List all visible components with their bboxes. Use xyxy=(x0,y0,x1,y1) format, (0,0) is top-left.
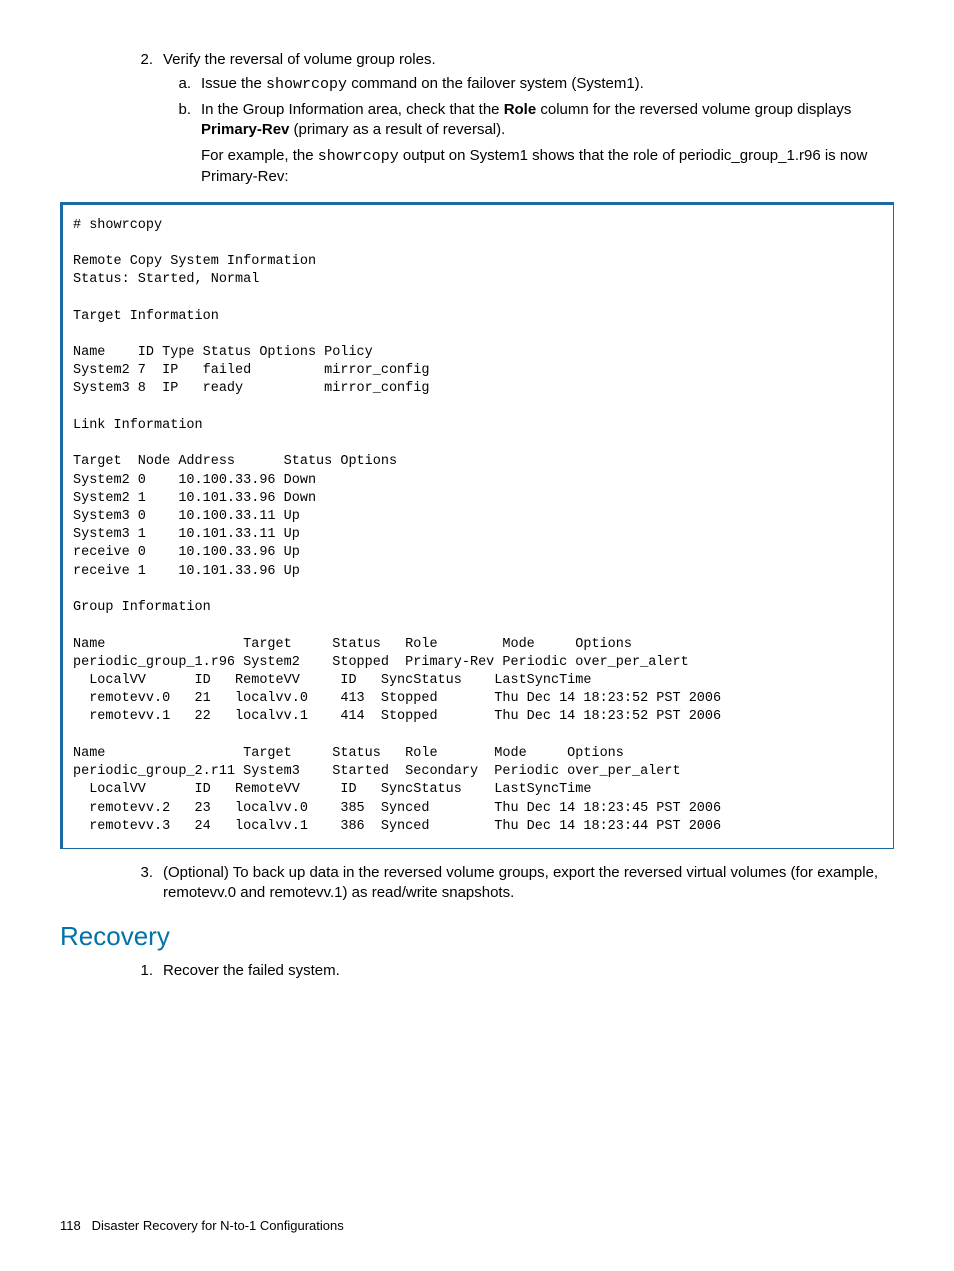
step-2a: a. Issue the showrcopy command on the fa… xyxy=(163,74,894,95)
page-number: 118 xyxy=(60,1218,81,1233)
showrcopy-cmd-eg: showrcopy xyxy=(318,148,399,165)
showrcopy-output: # showrcopy Remote Copy System Informati… xyxy=(60,202,894,849)
page-footer: 118 Disaster Recovery for N-to-1 Configu… xyxy=(60,1217,344,1235)
step-2a-letter: a. xyxy=(163,74,191,94)
step-2a-text: Issue the showrcopy command on the failo… xyxy=(201,75,644,92)
step-2: 2. Verify the reversal of volume group r… xyxy=(125,50,894,188)
step-2b-text: In the Group Information area, check tha… xyxy=(201,101,851,138)
recovery-step-1-text: Recover the failed system. xyxy=(163,962,340,979)
footer-title: Disaster Recovery for N-to-1 Configurati… xyxy=(92,1218,344,1233)
recovery-step-1-number: 1. xyxy=(125,961,153,981)
step-2b-letter: b. xyxy=(163,100,191,120)
showrcopy-cmd: showrcopy xyxy=(266,76,347,93)
role-bold: Role xyxy=(504,101,537,118)
step-3: 3. (Optional) To back up data in the rev… xyxy=(125,863,894,904)
step-2b-example: For example, the showrcopy output on Sys… xyxy=(201,146,894,188)
primary-rev-bold: Primary-Rev xyxy=(201,121,289,138)
step-3-text: (Optional) To back up data in the revers… xyxy=(163,864,878,901)
recovery-heading: Recovery xyxy=(60,919,894,954)
recovery-step-1: 1. Recover the failed system. xyxy=(125,961,894,981)
step-2b: b. In the Group Information area, check … xyxy=(163,100,894,188)
step-2-text: Verify the reversal of volume group role… xyxy=(163,51,436,68)
step-3-number: 3. xyxy=(125,863,153,883)
step-2-number: 2. xyxy=(125,50,153,70)
